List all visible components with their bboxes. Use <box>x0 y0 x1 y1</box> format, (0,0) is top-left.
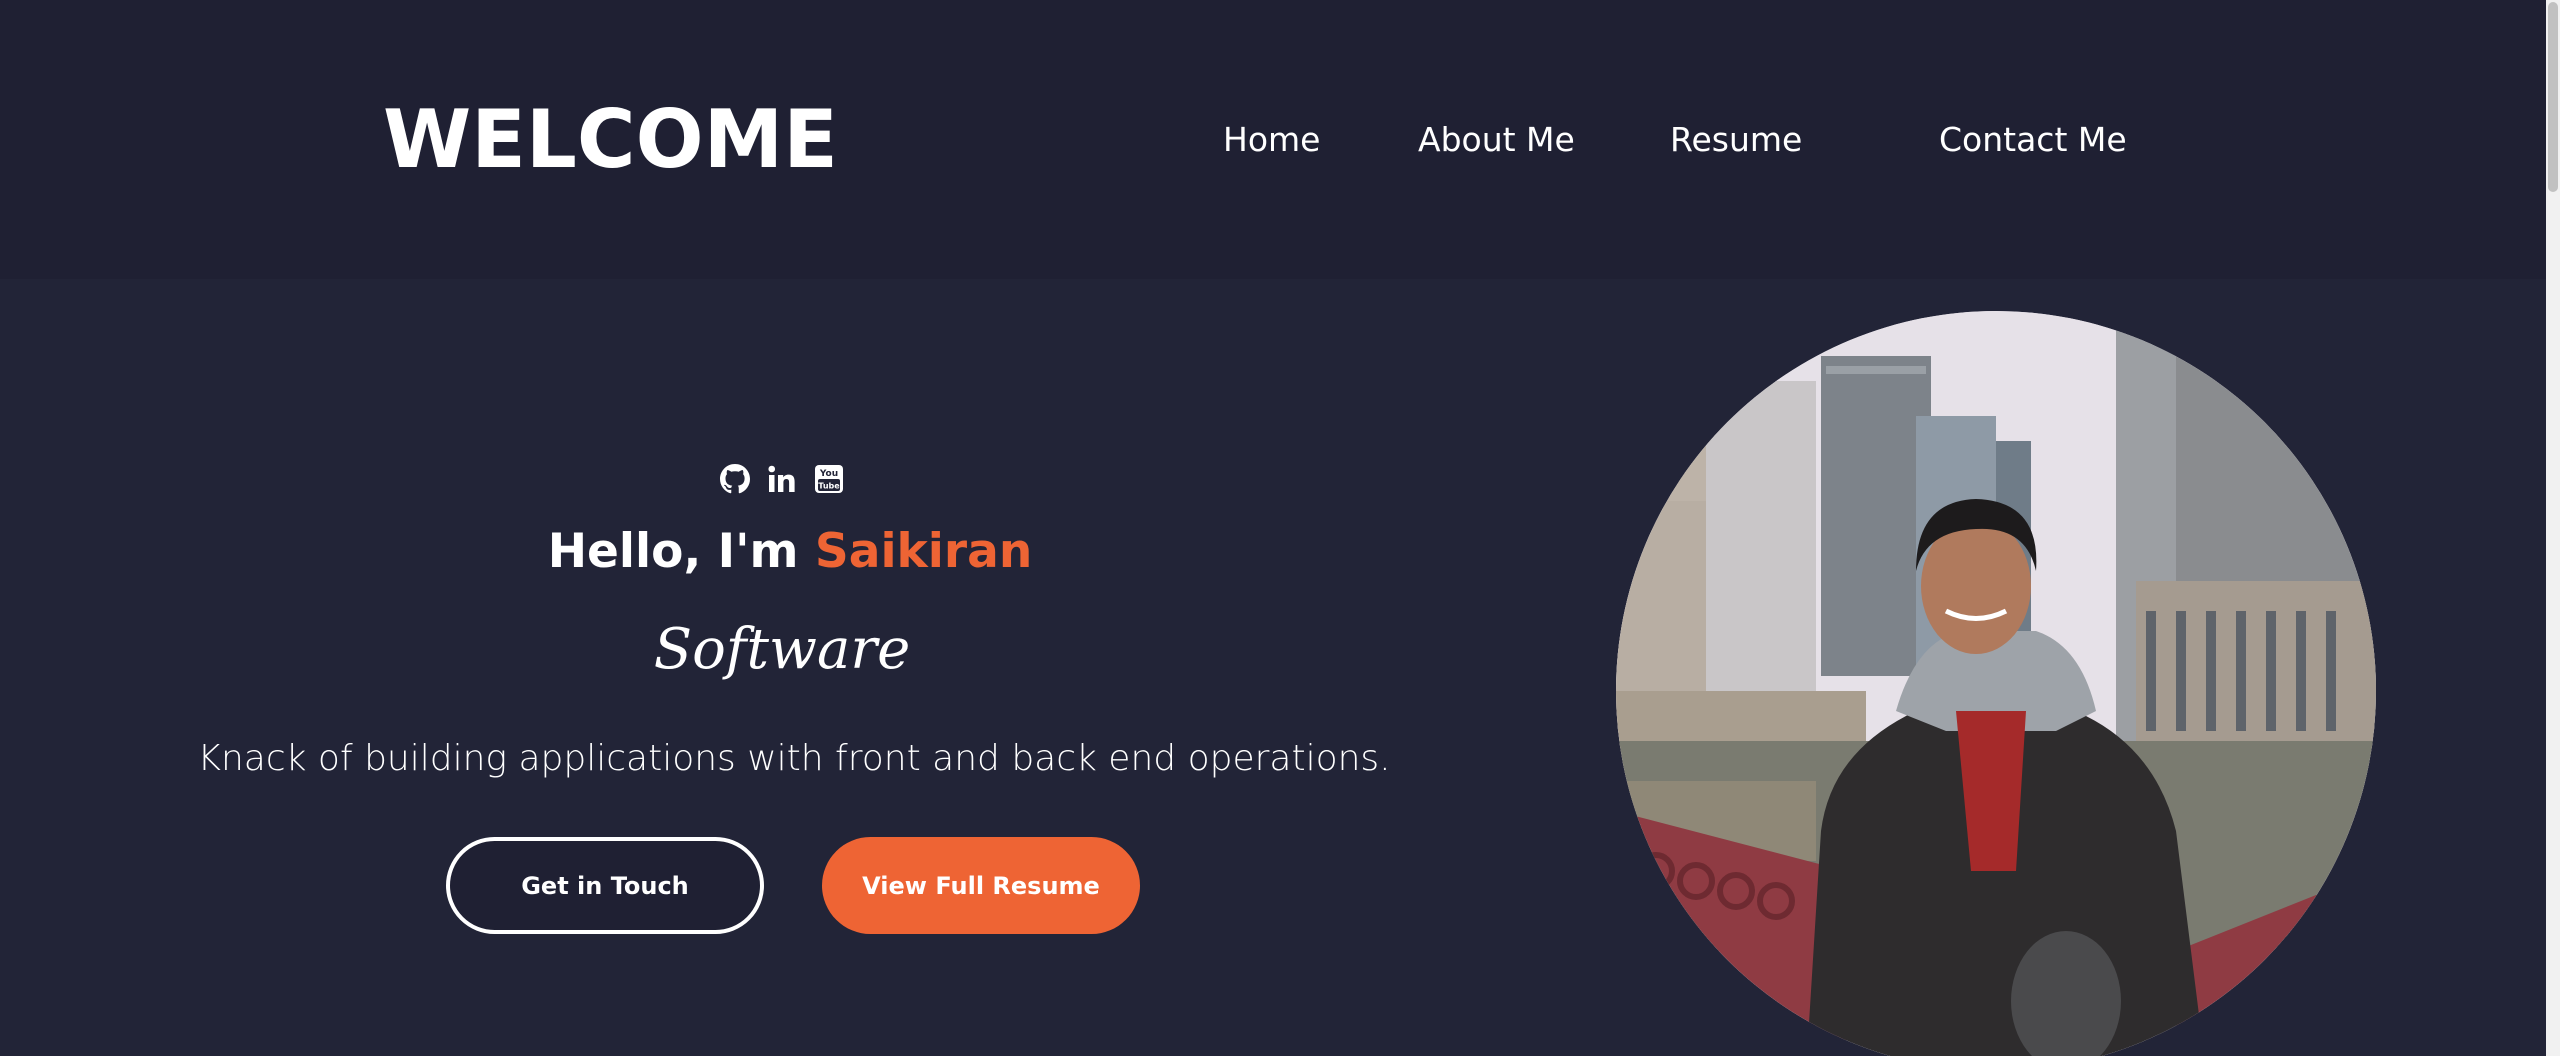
greeting-prefix: Hello, I'm <box>547 524 815 579</box>
profile-photo <box>1616 311 2376 1056</box>
svg-text:You: You <box>819 469 838 479</box>
nav-contact-link[interactable]: Contact Me <box>1939 118 2127 162</box>
page: WELCOME Home About Me Resume Contact Me … <box>0 0 2560 1056</box>
nav-about-link[interactable]: About Me <box>1418 118 1575 162</box>
svg-text:Tube: Tube <box>818 482 840 491</box>
github-icon[interactable] <box>720 464 750 494</box>
site-header: WELCOME Home About Me Resume Contact Me <box>0 0 2546 279</box>
youtube-icon[interactable]: You Tube <box>814 464 844 494</box>
nav-home-link[interactable]: Home <box>1223 118 1320 162</box>
get-in-touch-button[interactable]: Get in Touch <box>446 837 764 934</box>
hero-greeting: Hello, I'm Saikiran <box>0 520 1580 584</box>
view-resume-button[interactable]: View Full Resume <box>822 837 1140 934</box>
scrollbar-thumb[interactable] <box>2548 2 2558 192</box>
greeting-name: Saikiran <box>814 524 1033 579</box>
page-scrollbar[interactable] <box>2546 0 2560 1056</box>
social-links: You Tube <box>720 464 844 494</box>
linkedin-icon[interactable] <box>767 464 797 494</box>
site-brand: WELCOME <box>383 93 838 186</box>
nav-resume-link[interactable]: Resume <box>1670 118 1802 162</box>
hero-tagline: Knack of building applications with fron… <box>197 738 1391 779</box>
hero-role: Software <box>653 617 911 682</box>
